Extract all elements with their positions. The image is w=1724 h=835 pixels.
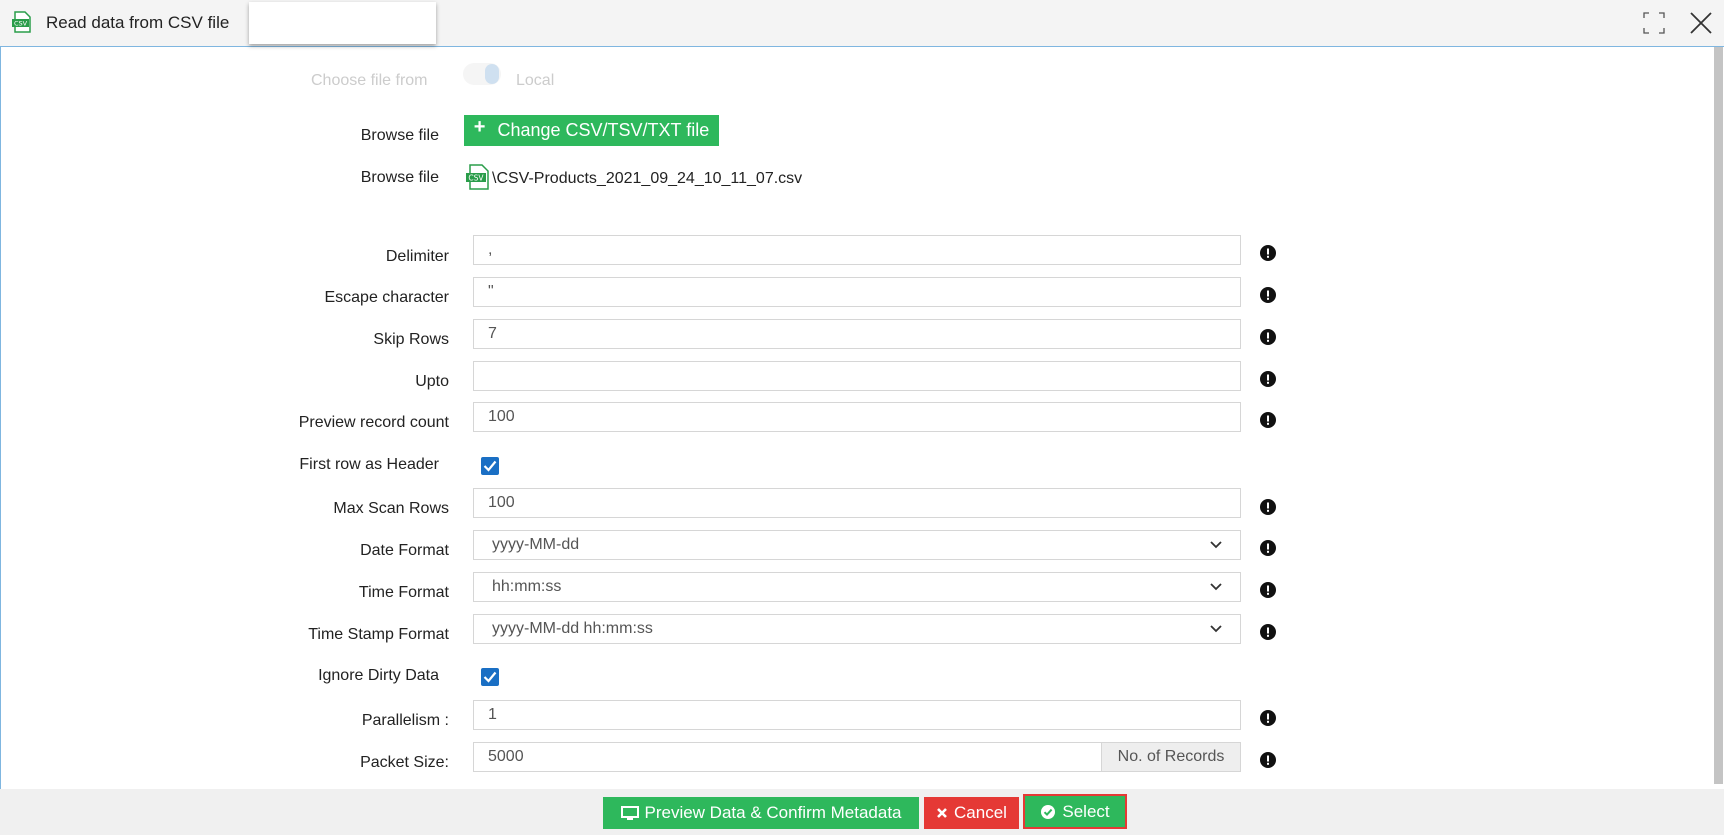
info-icon[interactable]	[1260, 329, 1276, 345]
skip-rows-label: Skip Rows	[373, 331, 449, 348]
info-icon[interactable]	[1260, 624, 1276, 640]
preview-record-count-label: Preview record count	[298, 414, 449, 431]
escape-character-label: Escape character	[324, 289, 449, 306]
choose-file-label: Choose file from	[311, 72, 428, 89]
date-format-value: yyyy-MM-dd	[492, 536, 580, 553]
info-icon[interactable]	[1260, 245, 1276, 261]
svg-text:CSV: CSV	[468, 174, 484, 183]
csv-file-icon: CSV	[466, 164, 489, 190]
time-format-label: Time Format	[358, 584, 449, 601]
svg-text:CSV: CSV	[14, 20, 28, 28]
packet-size-label: Packet Size:	[360, 754, 449, 771]
max-scan-rows-input[interactable]	[473, 488, 1241, 518]
date-format-label: Date Format	[360, 542, 449, 559]
info-icon[interactable]	[1260, 540, 1276, 556]
chevron-down-icon	[1210, 541, 1222, 549]
source-toggle[interactable]	[463, 63, 501, 85]
parallelism-label: Parallelism :	[361, 712, 449, 729]
first-row-header-label: First row as Header	[299, 456, 439, 473]
info-icon[interactable]	[1260, 582, 1276, 598]
title-tab	[249, 2, 436, 44]
packet-size-input[interactable]	[473, 742, 1102, 772]
delimiter-input[interactable]	[473, 235, 1241, 265]
packet-size-unit: No. of Records	[1101, 742, 1241, 772]
delimiter-label: Delimiter	[385, 248, 449, 265]
cancel-button-label: Cancel	[954, 803, 1007, 822]
maximize-icon[interactable]	[1642, 11, 1666, 35]
preview-record-count-input[interactable]	[473, 402, 1241, 432]
skip-rows-input[interactable]	[473, 319, 1241, 349]
plus-icon: +	[473, 116, 486, 138]
ignore-dirty-data-checkbox[interactable]	[481, 668, 499, 686]
parallelism-input[interactable]	[473, 700, 1241, 730]
timestamp-format-value: yyyy-MM-dd hh:mm:ss	[492, 620, 653, 637]
max-scan-rows-label: Max Scan Rows	[333, 500, 449, 517]
date-format-select[interactable]: yyyy-MM-dd	[473, 530, 1241, 560]
select-button[interactable]: Select	[1023, 794, 1127, 829]
close-icon[interactable]	[1688, 10, 1714, 36]
checkmark-icon	[483, 671, 497, 683]
upto-input[interactable]	[473, 361, 1241, 391]
checkmark-icon	[483, 460, 497, 472]
time-format-value: hh:mm:ss	[492, 578, 562, 595]
browse-file-label-2: Browse file	[360, 169, 439, 186]
preview-data-button-label: Preview Data & Confirm Metadata	[644, 803, 902, 822]
timestamp-format-select[interactable]: yyyy-MM-dd hh:mm:ss	[473, 614, 1241, 644]
csv-file-icon: CSV	[12, 11, 31, 33]
monitor-icon	[620, 805, 639, 820]
time-format-select[interactable]: hh:mm:ss	[473, 572, 1241, 602]
chevron-down-icon	[1210, 583, 1222, 591]
info-icon[interactable]	[1260, 752, 1276, 768]
select-button-label: Select	[1062, 801, 1110, 821]
timestamp-format-label: Time Stamp Format	[308, 626, 449, 643]
local-label: Local	[516, 72, 555, 89]
change-file-button[interactable]: + Change CSV/TSV/TXT file	[464, 115, 719, 146]
panel-border	[0, 47, 1, 789]
window-title: Read data from CSV file	[46, 13, 230, 32]
check-circle-icon	[1041, 804, 1056, 819]
info-icon[interactable]	[1260, 412, 1276, 428]
browse-file-label: Browse file	[360, 127, 439, 144]
times-icon	[937, 808, 947, 818]
info-icon[interactable]	[1260, 710, 1276, 726]
ignore-dirty-data-label: Ignore Dirty Data	[318, 667, 439, 684]
info-icon[interactable]	[1260, 287, 1276, 303]
escape-character-input[interactable]	[473, 277, 1241, 307]
selected-file-name: \CSV-Products_2021_09_24_10_11_07.csv	[492, 170, 803, 187]
chevron-down-icon	[1210, 625, 1222, 633]
preview-data-button[interactable]: Preview Data & Confirm Metadata	[603, 797, 919, 829]
change-file-button-label: Change CSV/TSV/TXT file	[497, 120, 710, 140]
info-icon[interactable]	[1260, 499, 1276, 515]
upto-label: Upto	[415, 373, 449, 390]
first-row-header-checkbox[interactable]	[481, 457, 499, 475]
info-icon[interactable]	[1260, 371, 1276, 387]
vertical-scrollbar[interactable]	[1714, 47, 1723, 784]
toggle-knob	[485, 64, 499, 84]
cancel-button[interactable]: Cancel	[924, 797, 1019, 829]
window-titlebar: CSV Read data from CSV file	[0, 0, 1724, 47]
